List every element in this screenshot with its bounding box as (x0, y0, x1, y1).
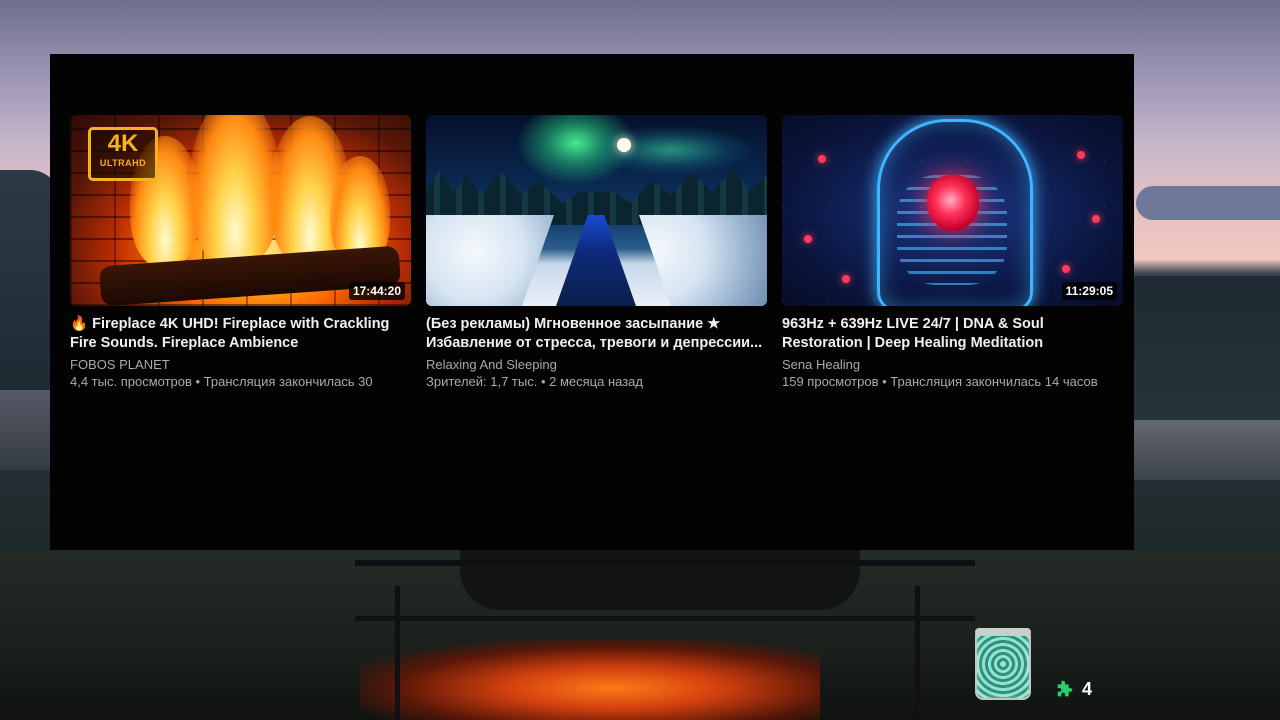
grill-leg (395, 586, 400, 720)
video-duration: 11:29:05 (1061, 282, 1117, 300)
grill-leg (915, 586, 920, 720)
video-thumbnail[interactable] (426, 115, 767, 306)
video-title[interactable]: 🔥 Fireplace 4K UHD! Fireplace with Crack… (70, 315, 411, 353)
background-trees (1134, 276, 1280, 436)
video-title[interactable]: 963Hz + 639Hz LIVE 24/7 | DNA & Soul Res… (782, 315, 1123, 353)
heart (927, 175, 979, 231)
network-node (818, 155, 826, 163)
extension-badge[interactable]: 4 (1054, 678, 1092, 700)
jar-lid (975, 628, 1031, 636)
background-cloud (1136, 186, 1280, 220)
badge-main: 4K (107, 130, 139, 157)
beads-jar-icon[interactable] (975, 628, 1031, 700)
grill-bar (355, 616, 975, 621)
video-card[interactable]: 11:29:05 963Hz + 639Hz LIVE 24/7 | DNA &… (782, 115, 1123, 390)
network-node (1062, 265, 1070, 273)
network-node (1077, 151, 1085, 159)
moon (617, 138, 631, 152)
video-thumbnail[interactable]: 4K ULTRAHD 17:44:20 (70, 115, 411, 306)
video-meta: Зрителей: 1,7 тыс. • 2 месяца назад (426, 374, 643, 389)
video-card[interactable]: (Без рекламы) Мгновенное засыпание ★ Изб… (426, 115, 767, 390)
aurora (586, 125, 756, 175)
video-thumbnail[interactable]: 11:29:05 (782, 115, 1123, 306)
background-lake-right (1134, 420, 1280, 480)
river (556, 215, 636, 306)
badge-sub: ULTRAHD (99, 158, 147, 168)
video-meta: 4,4 тыс. просмотров • Трансляция закончи… (70, 374, 373, 389)
video-title[interactable]: (Без рекламы) Мгновенное засыпание ★ Изб… (426, 315, 767, 353)
extension-count: 4 (1082, 678, 1093, 699)
flame (190, 115, 280, 266)
video-duration: 17:44:20 (348, 282, 405, 300)
network-node (804, 235, 812, 243)
network-node (1092, 215, 1100, 223)
channel-name[interactable]: Relaxing And Sleeping (426, 356, 767, 373)
channel-name[interactable]: Sena Healing (782, 356, 1123, 373)
uhd-badge: 4K ULTRAHD (88, 127, 158, 181)
campfire-grill (355, 560, 975, 720)
related-videos-panel: 4K ULTRAHD 17:44:20 🔥 Fireplace 4K UHD! … (50, 54, 1134, 550)
channel-name[interactable]: FOBOS PLANET (70, 356, 411, 373)
puzzle-icon (1057, 680, 1073, 697)
video-card[interactable]: 4K ULTRAHD 17:44:20 🔥 Fireplace 4K UHD! … (70, 115, 411, 390)
video-meta: 159 просмотров • Трансляция закончилась … (782, 374, 1098, 389)
background-lake-left (0, 390, 50, 470)
network-node (842, 275, 850, 283)
